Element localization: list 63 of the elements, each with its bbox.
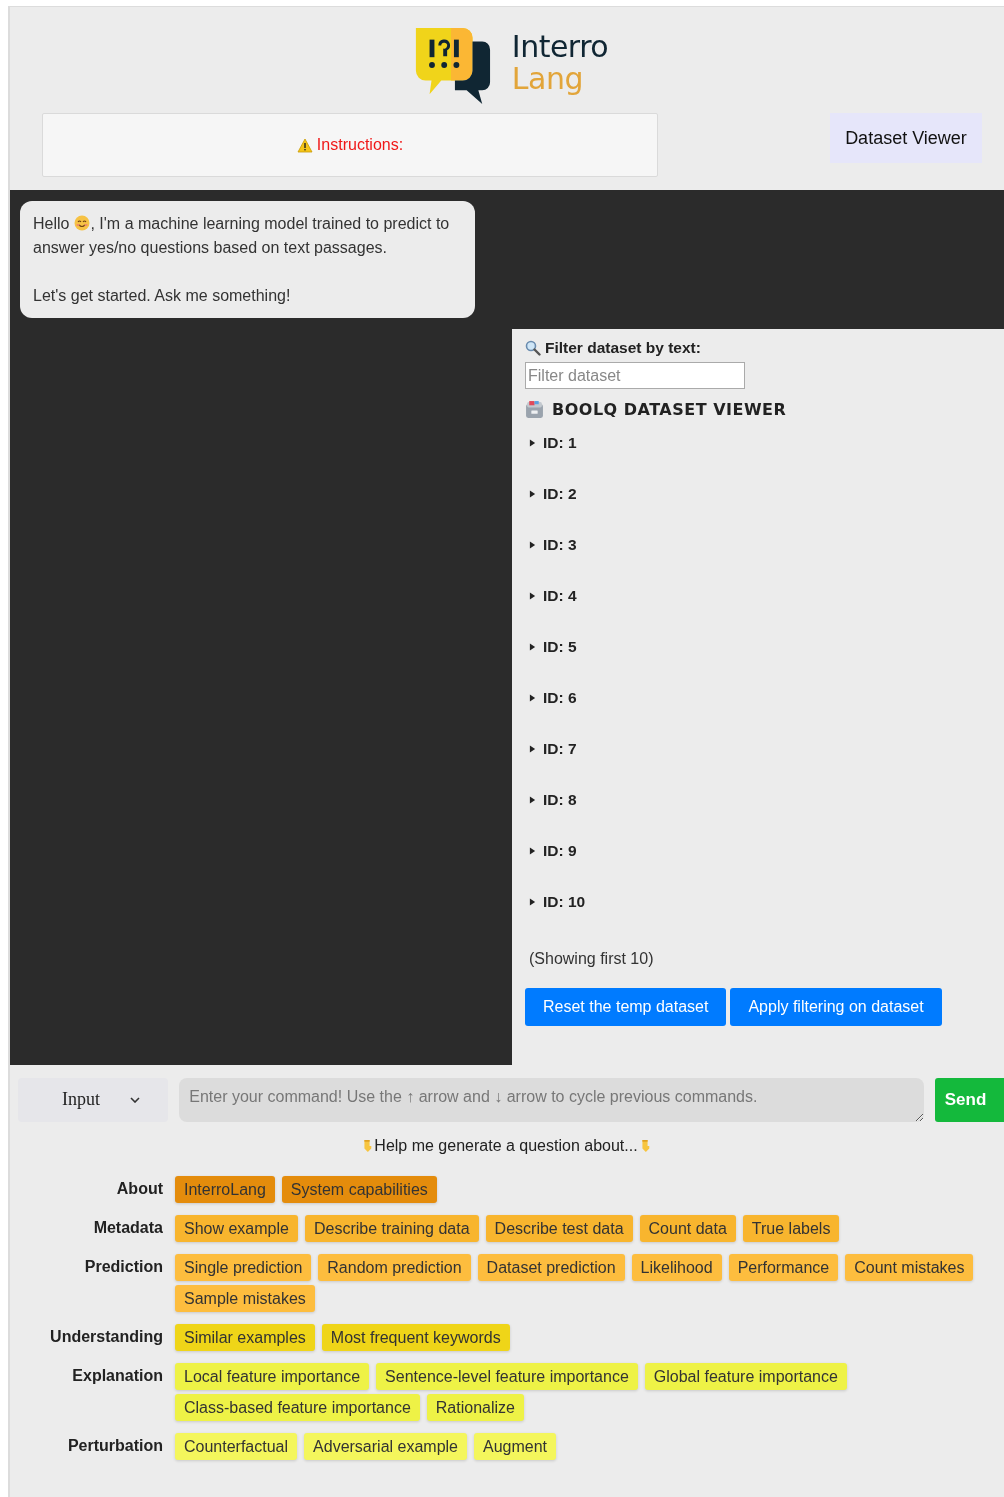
suggestion-chip[interactable]: Sentence-level feature importance [376,1363,638,1390]
dataset-viewer-button[interactable]: Dataset Viewer [830,113,982,163]
suggestion-chip[interactable]: Most frequent keywords [321,1324,510,1351]
category-label: Prediction [83,1257,163,1276]
suggestion-chip[interactable]: Random prediction [318,1254,471,1281]
suggestion-chip[interactable]: Counterfactual [175,1433,298,1460]
suggestion-chip[interactable]: Describe test data [485,1215,633,1242]
dataset-item[interactable]: ID: 6 [525,683,586,734]
logo-text: Lang [511,63,584,95]
dataset-item[interactable]: ID: 9 [525,836,586,887]
help-text: Help me generate a question about... [374,1137,638,1155]
suggestion-chip[interactable]: Likelihood [631,1254,722,1281]
suggestion-chip[interactable]: Class-based feature importance [175,1394,420,1421]
suggestion-chip[interactable]: InterroLang [175,1176,275,1203]
suggestion-chip[interactable]: Show example [175,1215,298,1242]
category-label: Perturbation [66,1436,163,1455]
message-text: answer yes/no questions based on text passages. [33,238,387,258]
category-label: Understanding [49,1327,163,1346]
smiley-icon [74,215,91,231]
suggestion-chip[interactable]: Augment [474,1433,557,1460]
dataset-item[interactable]: ID: 10 [525,887,586,938]
suggestion-chip[interactable]: Similar examples [175,1324,315,1351]
dataset-item[interactable]: ID: 5 [525,632,586,683]
filter-input[interactable]: Filter dataset [525,362,745,389]
dataset-item[interactable]: ID: 3 [525,530,586,581]
dataset-button[interactable]: Reset the temp dataset [525,988,727,1026]
suggestion-chip[interactable]: Sample mistakes [175,1285,315,1312]
suggestion-chip[interactable]: Rationalize [426,1394,524,1421]
suggestion-chip[interactable]: Dataset prediction [477,1254,625,1281]
dataset-item[interactable]: ID: 7 [525,734,586,785]
filter-label: Filter dataset by text: [545,339,701,357]
category-label: Metadata [92,1218,163,1237]
suggestion-chip[interactable]: Single prediction [175,1254,312,1281]
archive-icon [525,400,544,419]
greeting-text: Hello [33,215,70,232]
message-text: , I'm a machine learning model trained to predict to [90,215,450,232]
suggestion-chip[interactable]: Adversarial example [304,1433,467,1460]
search-icon [525,340,541,356]
command-input[interactable]: Enter your command! Use the ↑ arrow and ↓ arrow to cycle previous commands. [179,1077,924,1122]
showing-note: (Showing first 10) [528,950,654,968]
warning-icon [296,137,313,153]
pointing-down-icon [361,1139,374,1153]
dataset-item[interactable]: ID: 4 [525,581,586,632]
category-label: Explanation [71,1366,163,1385]
suggestion-chip[interactable]: Count data [639,1215,736,1242]
mode-select[interactable]: Input [18,1077,169,1122]
suggestion-chip[interactable]: Global feature importance [644,1363,847,1390]
message-text: Let's get started. Ask me something! [33,286,292,306]
suggestion-chip[interactable]: Count mistakes [845,1254,974,1281]
category-label: About [115,1179,163,1198]
suggestion-chip[interactable]: System capabilities [281,1176,437,1203]
instructions-label: Instructions: [316,136,404,154]
suggestion-chip[interactable]: Describe training data [304,1215,479,1242]
logo-text: Interro [511,31,609,63]
dataset-item[interactable]: ID: 8 [525,785,586,836]
dataset-item[interactable]: ID: 2 [525,479,586,530]
dataset-item[interactable]: ID: 1 [525,428,586,479]
suggestion-chip[interactable]: Performance [728,1254,839,1281]
suggestion-chip[interactable]: Local feature importance [175,1363,370,1390]
dataset-button[interactable]: Apply filtering on dataset [730,988,942,1026]
dataset-title: BOOLQ DATASET VIEWER [552,400,787,419]
chevron-down-icon [130,1096,141,1103]
suggestion-chip[interactable]: True labels [742,1215,840,1242]
